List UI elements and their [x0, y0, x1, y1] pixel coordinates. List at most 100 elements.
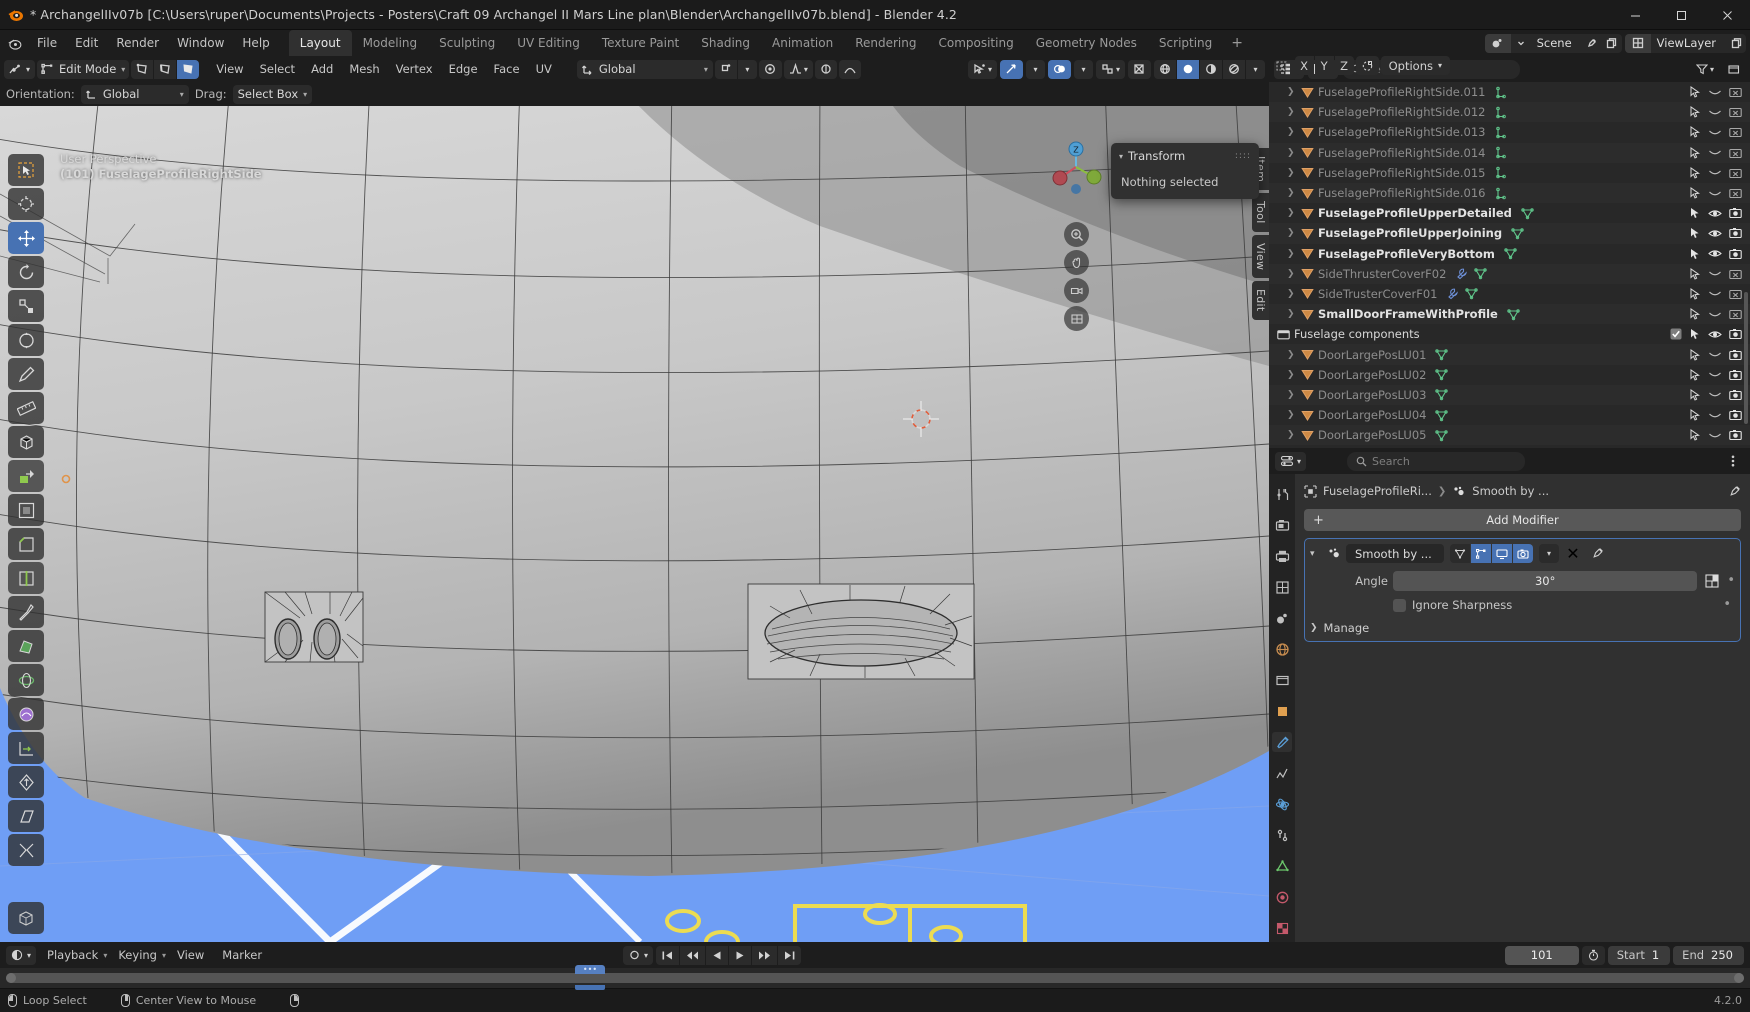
- add-cube-tool[interactable]: [8, 426, 44, 458]
- outliner-row[interactable]: ❯ FuselageProfileRightSide.015: [1269, 163, 1750, 183]
- modifier-render-icon[interactable]: [1513, 544, 1533, 563]
- snap-target-icon[interactable]: [714, 59, 737, 79]
- render-toggle-icon[interactable]: [1729, 248, 1742, 260]
- tab-uv-editing[interactable]: UV Editing: [506, 30, 591, 56]
- blender-menu-icon[interactable]: [0, 30, 28, 56]
- viewport-shading-wireframe-icon[interactable]: [1128, 59, 1151, 79]
- outliner-row[interactable]: ❯ FuselageProfileUpperDetailed: [1269, 203, 1750, 223]
- visibility-toggle-icon[interactable]: [1708, 147, 1722, 158]
- outliner-scrollbar[interactable]: [1744, 292, 1748, 424]
- bevel-tool[interactable]: [8, 528, 44, 560]
- close-button[interactable]: [1704, 0, 1750, 30]
- rip-region-tool[interactable]: [8, 834, 44, 866]
- timeline-menu-playback[interactable]: Playback: [40, 944, 105, 966]
- play-button[interactable]: [728, 945, 751, 965]
- outliner-row[interactable]: ❯ FuselageProfileRightSide.011: [1269, 82, 1750, 102]
- properties-tab-output-icon[interactable]: [1272, 546, 1292, 566]
- expand-arrow-icon[interactable]: ❯: [1287, 249, 1301, 259]
- render-toggle-icon[interactable]: [1729, 126, 1742, 138]
- maximize-button[interactable]: [1658, 0, 1704, 30]
- transform-panel-header[interactable]: ▾ Transform ::::: [1111, 149, 1259, 163]
- render-toggle-icon[interactable]: [1729, 389, 1742, 401]
- visibility-toggle-icon[interactable]: [1708, 268, 1722, 279]
- outliner-item-name[interactable]: DoorLargePosLU04: [1318, 408, 1426, 422]
- outliner-item-name[interactable]: FuselageProfileRightSide.014: [1318, 146, 1485, 160]
- show-overlays-icon[interactable]: [1047, 59, 1071, 79]
- frame-start-field[interactable]: Start 1: [1607, 945, 1671, 965]
- loop-cut-tool[interactable]: [8, 562, 44, 594]
- transform-orientation-dropdown[interactable]: Global ▾: [576, 59, 713, 79]
- orientation-dropdown[interactable]: Global ▾: [80, 84, 189, 104]
- modifier-edit-mode-icon[interactable]: [1471, 544, 1491, 563]
- selectable-toggle-icon[interactable]: [1689, 207, 1701, 219]
- outliner-item-name[interactable]: FuselageProfileRightSide.016: [1318, 186, 1485, 200]
- modifier-angle-decorator-icon[interactable]: •: [1727, 574, 1735, 587]
- tab-animation[interactable]: Animation: [761, 30, 844, 56]
- selectable-toggle-icon[interactable]: [1689, 187, 1701, 199]
- expand-arrow-icon[interactable]: ❯: [1287, 107, 1301, 117]
- shading-rendered-icon[interactable]: [1223, 59, 1245, 79]
- outliner-item-name[interactable]: DoorLargePosLU02: [1318, 368, 1426, 382]
- properties-search-input[interactable]: Search: [1347, 451, 1526, 471]
- menu-help[interactable]: Help: [233, 30, 278, 56]
- modifier-angle-animate-icon[interactable]: [1702, 574, 1722, 588]
- tab-modeling[interactable]: Modeling: [352, 30, 429, 56]
- properties-tab-collection-icon[interactable]: [1272, 670, 1292, 690]
- timeline-scrubber[interactable]: •••: [0, 965, 1750, 990]
- breadcrumb-modifier-name[interactable]: Smooth by ...: [1472, 484, 1549, 498]
- ignore-sharpness-checkbox[interactable]: [1393, 598, 1406, 612]
- modifier-pin-icon[interactable]: [1587, 544, 1607, 563]
- sidebar-tab-view[interactable]: View: [1252, 234, 1269, 279]
- expand-arrow-icon[interactable]: ❯: [1287, 430, 1301, 440]
- outliner-row[interactable]: Fuselage components: [1269, 324, 1750, 344]
- render-toggle-icon[interactable]: [1729, 106, 1742, 118]
- knife-tool[interactable]: [8, 596, 44, 628]
- modifier-manage-section[interactable]: ❯ Manage: [1310, 621, 1735, 635]
- outliner-item-name[interactable]: FuselageProfileRightSide.013: [1318, 125, 1485, 139]
- face-select-mode-icon[interactable]: [177, 59, 200, 79]
- vertex-select-mode-icon[interactable]: [131, 59, 154, 79]
- sidebar-tab-edit[interactable]: Edit: [1252, 281, 1269, 320]
- expand-arrow-icon[interactable]: ❯: [1287, 168, 1301, 178]
- visibility-toggle-icon[interactable]: [1708, 389, 1722, 400]
- proportional-falloff-icon[interactable]: ▾: [783, 59, 813, 79]
- outliner-item-name[interactable]: SideThrusterCoverF02: [1318, 267, 1446, 281]
- viewport-menu-select[interactable]: Select: [253, 58, 302, 80]
- collection-enable-checkbox[interactable]: [1670, 328, 1682, 340]
- menu-render[interactable]: Render: [107, 30, 168, 56]
- viewport-menu-mesh[interactable]: Mesh: [342, 58, 386, 80]
- render-toggle-icon[interactable]: [1729, 369, 1742, 381]
- mirror-x-icon[interactable]: [814, 59, 837, 79]
- proportional-editing-toggle-icon[interactable]: [1355, 56, 1379, 75]
- expand-arrow-icon[interactable]: ❯: [1287, 228, 1301, 238]
- sidebar-tab-tool[interactable]: Tool: [1252, 193, 1269, 232]
- render-toggle-icon[interactable]: [1729, 349, 1742, 361]
- edge-slide-tool[interactable]: [8, 732, 44, 764]
- outliner-item-name[interactable]: Fuselage components: [1294, 327, 1420, 341]
- rotate-tool[interactable]: [8, 256, 44, 288]
- timeline-playhead[interactable]: •••: [575, 965, 605, 990]
- options-button[interactable]: Options ▾: [1380, 56, 1450, 75]
- expand-arrow-icon[interactable]: ❯: [1287, 188, 1301, 198]
- expand-arrow-icon[interactable]: ❯: [1287, 148, 1301, 158]
- visibility-toggle-icon[interactable]: [1708, 248, 1722, 259]
- render-toggle-icon[interactable]: [1729, 187, 1742, 199]
- outliner-row[interactable]: ❯ FuselageProfileRightSide.014: [1269, 142, 1750, 163]
- breadcrumb-object-name[interactable]: FuselageProfileRi...: [1323, 484, 1432, 498]
- render-toggle-icon[interactable]: [1729, 429, 1742, 441]
- modifier-extras-dropdown-icon[interactable]: ▾: [1539, 544, 1559, 563]
- outliner-row[interactable]: ❯ DoorLargePosLU01: [1269, 344, 1750, 365]
- properties-tab-viewlayer-icon[interactable]: [1272, 577, 1292, 597]
- selectable-toggle-icon[interactable]: [1689, 348, 1701, 361]
- expand-arrow-icon[interactable]: ❯: [1287, 87, 1301, 97]
- selectable-toggle-icon[interactable]: [1689, 146, 1701, 159]
- outliner-item-name[interactable]: DoorLargePosLU05: [1318, 428, 1426, 442]
- properties-tab-data-icon[interactable]: [1272, 856, 1292, 876]
- render-toggle-icon[interactable]: [1729, 308, 1742, 320]
- tab-sculpting[interactable]: Sculpting: [428, 30, 506, 56]
- tab-layout[interactable]: Layout: [288, 30, 352, 56]
- render-toggle-icon[interactable]: [1729, 409, 1742, 421]
- visibility-toggle-icon[interactable]: [1708, 208, 1722, 219]
- render-toggle-icon[interactable]: [1729, 147, 1742, 159]
- pin-properties-icon[interactable]: [1728, 485, 1741, 498]
